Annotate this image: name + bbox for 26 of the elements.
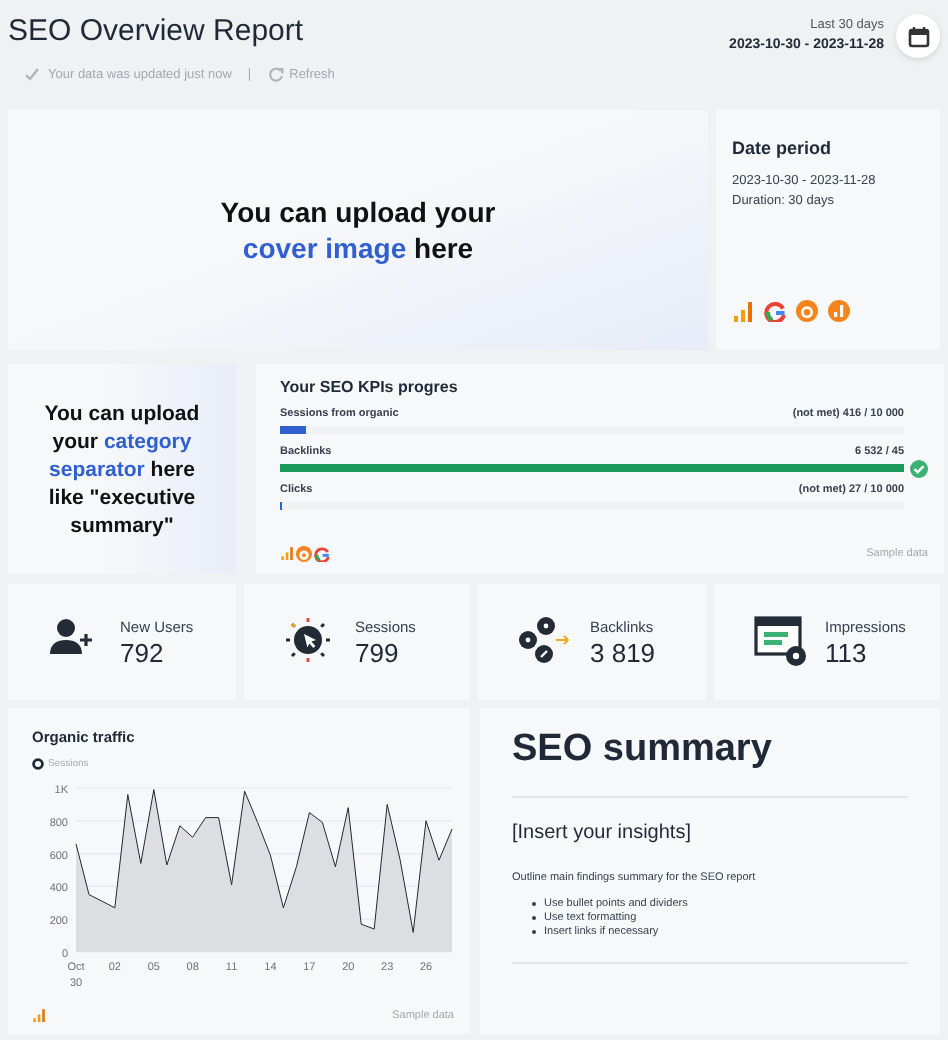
cursor-click-icon bbox=[283, 616, 335, 668]
calendar-icon bbox=[907, 25, 929, 47]
stat-value: 799 bbox=[355, 637, 401, 667]
separator-text: You can upload your category separator here like "executive summary" bbox=[42, 399, 202, 539]
summary-title: SEO summary bbox=[512, 728, 774, 772]
g-icon bbox=[764, 300, 786, 322]
bar-chart-icon bbox=[280, 546, 294, 560]
share-nodes-icon bbox=[518, 616, 570, 668]
calendar-button[interactable] bbox=[896, 14, 940, 58]
summary-heading: [Insert your insights] bbox=[512, 822, 693, 844]
stat-value: 113 bbox=[825, 637, 869, 667]
g-icon bbox=[314, 546, 330, 562]
refresh-icon bbox=[267, 66, 284, 82]
legend-marker bbox=[32, 758, 44, 770]
kpi-title: Your SEO KPIs progres bbox=[280, 378, 460, 396]
bar-chart-icon bbox=[32, 1008, 46, 1022]
browser-eye-icon bbox=[753, 616, 805, 668]
bar-chart-icon bbox=[732, 300, 754, 322]
period-title: Date period bbox=[732, 138, 834, 158]
stat-value: 3 819 bbox=[590, 637, 656, 667]
check-circle-icon bbox=[910, 459, 928, 477]
report-title: SEO Overview Report bbox=[8, 14, 306, 48]
check-icon bbox=[24, 66, 40, 82]
cover-text: You can upload your cover image here bbox=[218, 194, 498, 266]
circle-bars-icon bbox=[828, 300, 850, 322]
stat-value: 792 bbox=[120, 637, 166, 667]
